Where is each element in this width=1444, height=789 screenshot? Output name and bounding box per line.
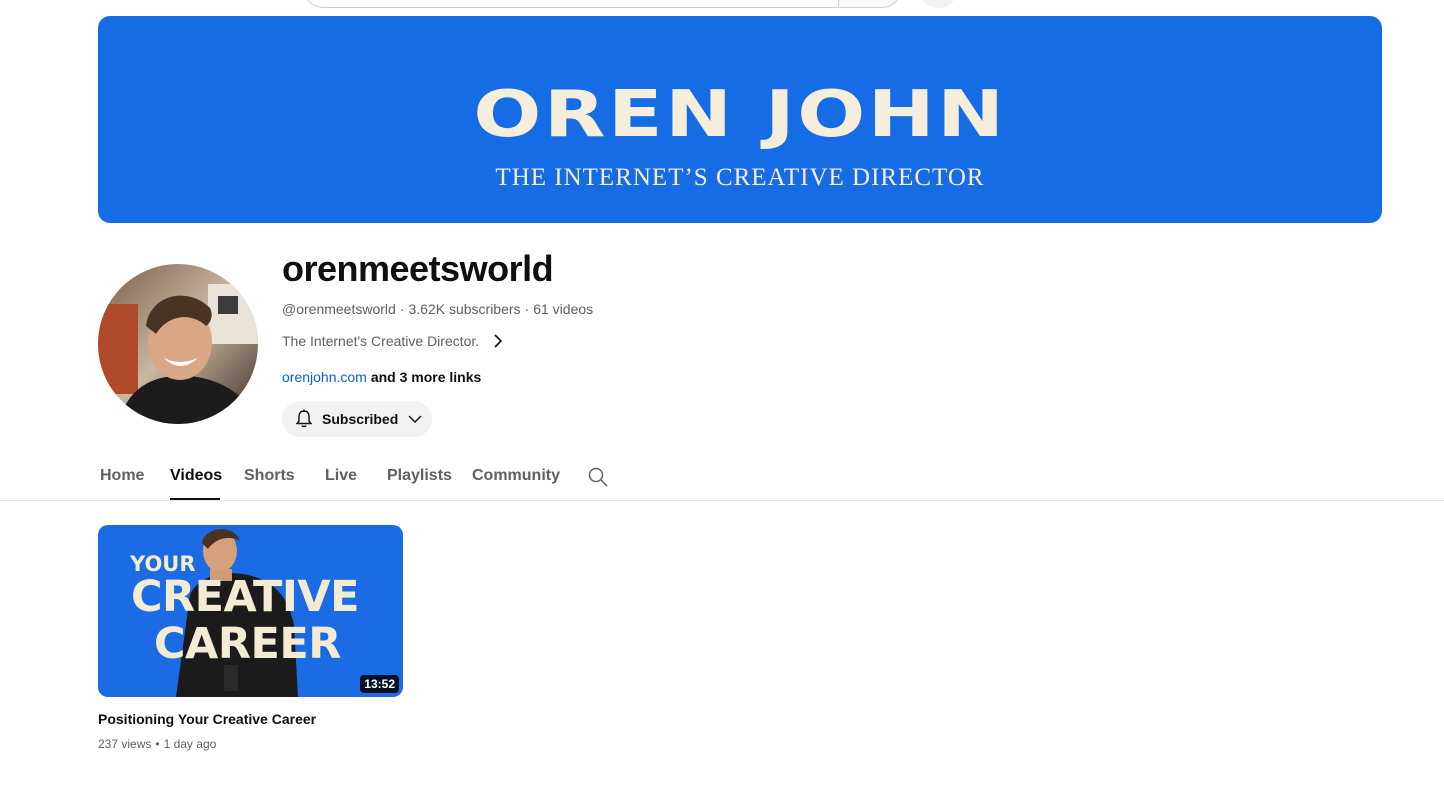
tab-playlists[interactable]: Playlists xyxy=(387,452,452,500)
tab-live[interactable]: Live xyxy=(325,452,357,500)
thumbnail-text-creative: CREATIVE xyxy=(131,572,359,622)
video-count: 61 videos xyxy=(533,301,594,317)
search-icon[interactable] xyxy=(587,466,609,488)
avatar-photo xyxy=(98,264,258,424)
tabs-divider xyxy=(0,500,1444,501)
meta-separator: • xyxy=(155,737,160,751)
thumbnail-text-career: CAREER xyxy=(154,619,341,669)
channel-meta: @orenmeetsworld · 3.62K subscribers · 61 vid… xyxy=(282,301,593,317)
channel-handle: @orenmeetsworld xyxy=(282,301,396,317)
voice-search-button[interactable] xyxy=(918,0,958,8)
subscriber-count: 3.62K subscribers xyxy=(408,301,521,317)
channel-link-primary[interactable]: orenjohn.com xyxy=(282,369,367,385)
channel-description[interactable]: The Internet's Creative Director. xyxy=(282,333,505,349)
more-links-button[interactable]: and 3 more links xyxy=(371,369,481,385)
video-title[interactable]: Positioning Your Creative Career xyxy=(98,711,316,727)
tab-shorts[interactable]: Shorts xyxy=(244,452,295,500)
subscribed-label: Subscribed xyxy=(322,411,399,427)
bell-icon xyxy=(295,409,313,428)
video-views: 237 views xyxy=(98,737,152,751)
channel-description-text: The Internet's Creative Director. xyxy=(282,333,480,349)
tab-community[interactable]: Community xyxy=(472,452,560,500)
video-thumbnail[interactable]: YOUR CREATIVE CAREER 13:52 xyxy=(98,525,403,697)
channel-tabs: Home Videos Shorts Live Playlists Commun… xyxy=(98,452,560,500)
banner-subtitle: THE INTERNET’S CREATIVE DIRECTOR xyxy=(495,164,985,191)
channel-links: orenjohn.com and 3 more links xyxy=(282,369,481,385)
meta-separator: · xyxy=(399,301,405,317)
channel-name: orenmeetsworld xyxy=(282,248,554,289)
search-button[interactable] xyxy=(838,0,902,8)
tab-home[interactable]: Home xyxy=(100,452,144,500)
search-input[interactable] xyxy=(303,0,838,8)
avatar[interactable] xyxy=(98,264,258,424)
channel-banner: OREN JOHN THE INTERNET’S CREATIVE DIRECT… xyxy=(98,16,1382,223)
tab-videos[interactable]: Videos xyxy=(170,452,222,500)
banner-title: OREN JOHN xyxy=(473,78,1007,152)
youtube-channel-page: OREN JOHN THE INTERNET’S CREATIVE DIRECT… xyxy=(0,0,1444,789)
chevron-right-icon xyxy=(494,334,503,348)
video-age: 1 day ago xyxy=(163,737,217,751)
video-duration: 13:52 xyxy=(360,675,399,693)
chevron-down-icon xyxy=(408,415,422,423)
meta-separator: · xyxy=(524,301,530,317)
video-meta: 237 views • 1 day ago xyxy=(98,737,216,751)
subscribed-button[interactable]: Subscribed xyxy=(282,401,432,437)
